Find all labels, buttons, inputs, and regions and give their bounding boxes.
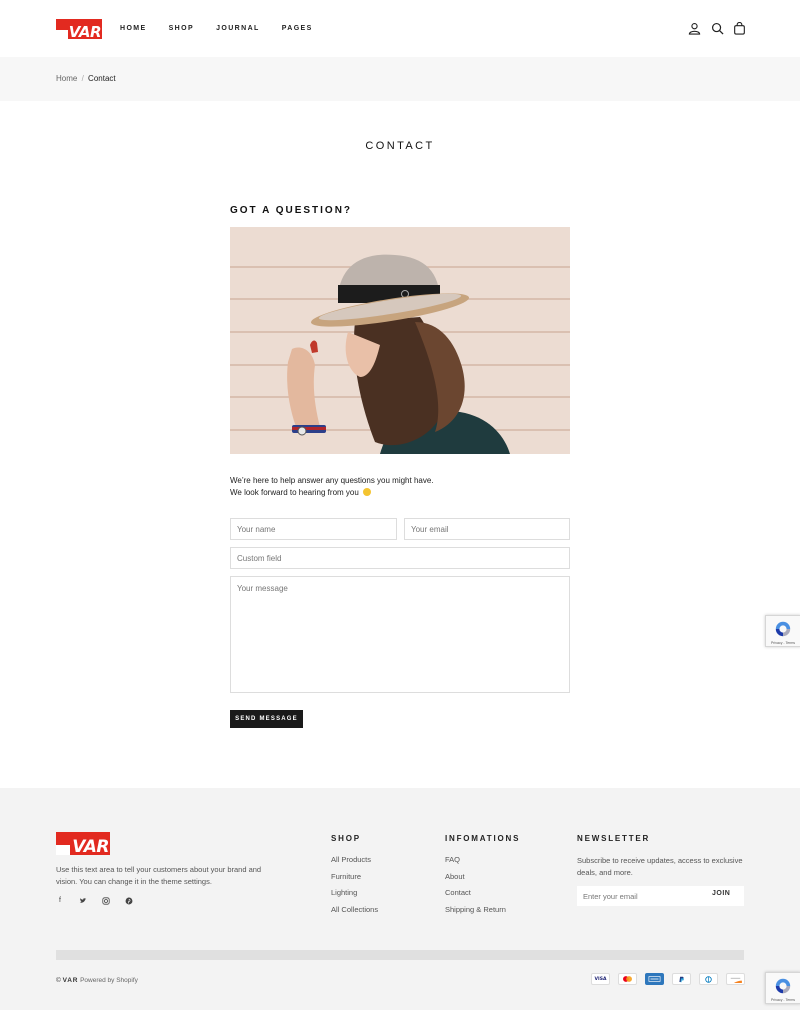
footer-link-all-products[interactable]: All Products [331,855,378,872]
contact-intro: We’re here to help answer any questions … [230,475,434,498]
footer-link-shipping-return[interactable]: Shipping & Return [445,905,506,922]
powered-by-link[interactable]: Powered by Shopify [80,977,138,984]
breadcrumb-bar: Home / Contact [0,57,800,101]
mastercard-icon [618,973,637,985]
footer-link-contact[interactable]: Contact [445,888,506,905]
brand-logo[interactable]: VAR [56,19,102,39]
nav-journal[interactable]: JOURNAL [216,25,260,32]
instagram-icon[interactable] [102,897,110,905]
amex-icon [645,973,664,985]
site-footer: VAR Use this text area to tell your cust… [0,788,800,1010]
footer-info-heading: INFOMATIONS [445,834,521,843]
payment-icons: VISA [583,973,745,986]
account-icon[interactable] [688,22,701,35]
footer-newsletter-text: Subscribe to receive updates, access to … [577,856,743,877]
recaptcha-badge[interactable]: Privacy - Terms [765,615,800,647]
email-input[interactable] [404,518,570,540]
recaptcha-badge-footer[interactable]: Privacy - Terms [765,972,800,1004]
nav-home[interactable]: HOME [120,25,147,32]
contact-image [230,227,570,454]
visa-label: VISA [594,976,607,982]
contact-heading: GOT A QUESTION? [230,205,353,216]
message-textarea[interactable] [230,576,570,693]
brand-logo-text: VAR [68,23,102,39]
footer-brand-logo-text: VAR [72,837,109,855]
footer-link-lighting[interactable]: Lighting [331,888,378,905]
twitter-icon[interactable] [79,897,87,905]
footer-brand-logo[interactable]: VAR [56,832,110,855]
footer-link-furniture[interactable]: Furniture [331,872,378,889]
footer-newsletter-heading: NEWSLETTER [577,834,651,843]
custom-field-input[interactable] [230,547,570,569]
recaptcha-footer-icon [775,978,791,994]
footer-info-list: FAQ About Contact Shipping & Return [445,855,506,921]
newsletter-join-button[interactable]: JOIN [712,890,730,897]
paypal-icon [672,973,691,985]
breadcrumb-home[interactable]: Home [56,74,77,83]
nav-pages[interactable]: PAGES [282,25,313,32]
search-icon[interactable] [711,22,724,35]
copyright-brand[interactable]: VAR [63,977,79,984]
breadcrumb-separator: / [81,74,84,83]
copyright-symbol: © [56,977,61,984]
discover-icon [726,973,745,985]
send-message-button[interactable]: SEND MESSAGE [230,710,303,728]
contact-intro-line2: We look forward to hearing from you [230,487,359,497]
footer-link-about[interactable]: About [445,872,506,889]
footer-divider [56,950,744,960]
breadcrumb: Home / Contact [56,74,116,83]
diners-icon [699,973,718,985]
smile-emoji-icon [362,487,371,496]
name-input[interactable] [230,518,397,540]
footer-link-all-collections[interactable]: All Collections [331,905,378,922]
recaptcha-icon [775,621,791,637]
visa-icon: VISA [591,973,610,985]
nav-shop[interactable]: SHOP [169,25,194,32]
recaptcha-text[interactable]: Privacy - Terms [766,641,800,645]
site-header: VAR HOME SHOP JOURNAL PAGES [0,0,800,57]
pinterest-icon[interactable] [125,897,133,905]
cart-icon[interactable] [733,21,746,35]
facebook-icon[interactable]: f [56,897,64,905]
main-nav: HOME SHOP JOURNAL PAGES [120,25,335,32]
footer-link-faq[interactable]: FAQ [445,855,506,872]
footer-about-text: Use this text area to tell your customer… [56,865,262,886]
social-links: f [56,897,148,905]
contact-intro-line1: We’re here to help answer any questions … [230,476,434,485]
page-title: CONTACT [365,140,435,152]
breadcrumb-current: Contact [88,74,116,83]
copyright: © VAR Powered by Shopify [56,977,138,984]
footer-shop-heading: SHOP [331,834,361,843]
recaptcha-footer-text[interactable]: Privacy - Terms [766,998,800,1002]
footer-shop-list: All Products Furniture Lighting All Coll… [331,855,378,921]
